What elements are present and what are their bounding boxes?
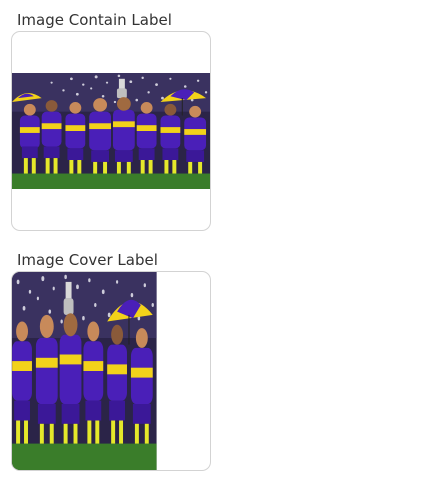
image-cover-frame (11, 271, 211, 471)
image-field-contain: Image Contain Label (11, 10, 211, 231)
team-celebration-image (12, 272, 210, 470)
image-contain-label: Image Contain Label (17, 11, 172, 29)
team-celebration-image (12, 73, 210, 189)
image-field-cover: Image Cover Label (11, 250, 211, 471)
image-contain-frame (11, 31, 211, 231)
image-cover-label: Image Cover Label (17, 251, 158, 269)
